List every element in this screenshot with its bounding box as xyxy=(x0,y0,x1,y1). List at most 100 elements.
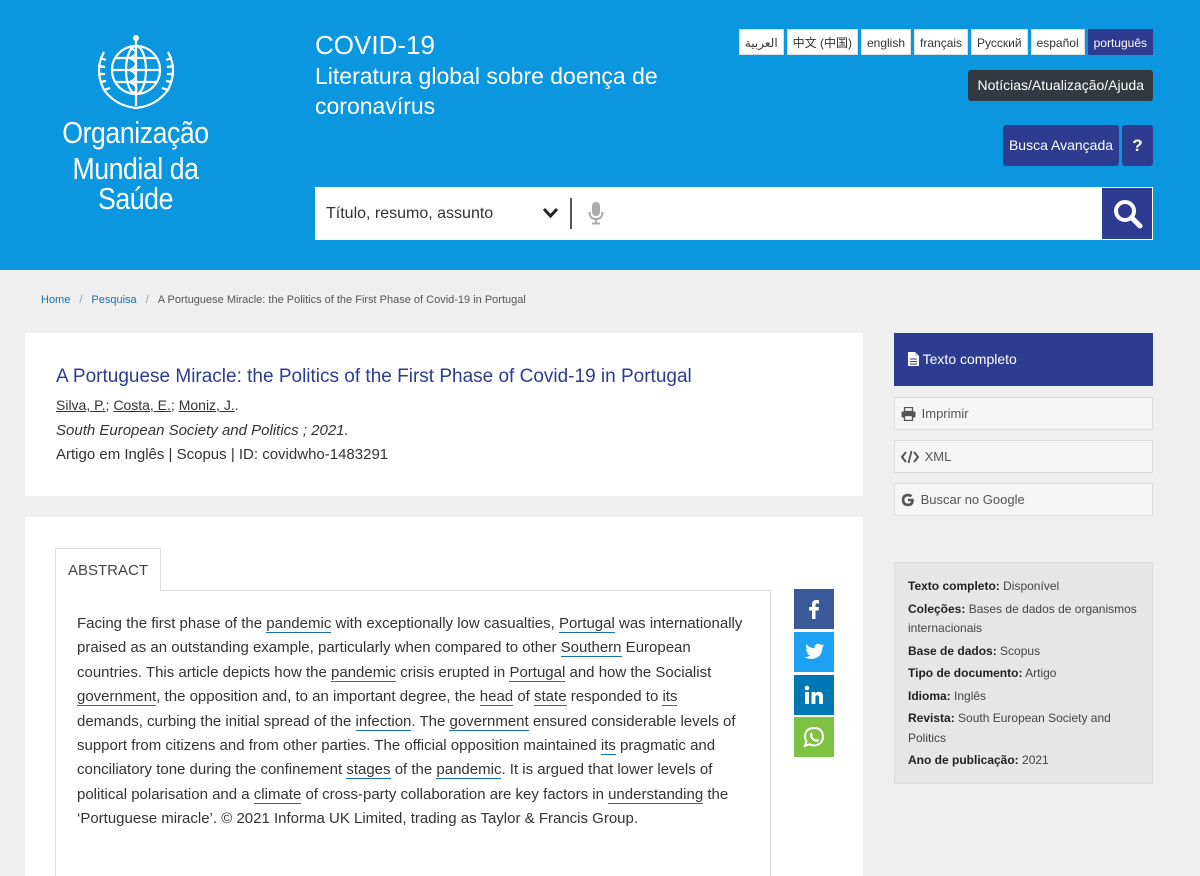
abstract-text-segment: and how the Socialist xyxy=(565,663,712,681)
abstract-keyword-link[interactable]: understanding xyxy=(608,785,704,804)
author-link[interactable]: Costa, E. xyxy=(113,397,171,413)
info-value: Scopus xyxy=(1000,643,1041,658)
abstract-keyword-link[interactable]: Portugal xyxy=(509,663,566,682)
info-row: Texto completo: Disponível xyxy=(908,577,1140,597)
abstract-text-segment: responded to xyxy=(566,688,663,706)
search-google-label: Buscar no Google xyxy=(920,492,1025,507)
search-input[interactable] xyxy=(615,195,1095,232)
abstract-keyword-link[interactable]: Portugal xyxy=(558,615,615,633)
info-value: 2021 xyxy=(1022,753,1049,767)
info-label: Coleções: xyxy=(908,601,966,616)
abstract-text-segment: , the opposition and, to an important de… xyxy=(156,688,480,706)
info-label: Idioma: xyxy=(908,688,951,703)
language-option[interactable]: العربية xyxy=(738,29,784,55)
author-separator: . xyxy=(234,397,239,413)
article-journal: South European Society and Politics ; 20… xyxy=(56,422,349,439)
search-button[interactable] xyxy=(1101,187,1153,240)
info-row: Base de dados: Scopus xyxy=(908,642,1140,662)
who-emblem-icon xyxy=(97,35,174,110)
info-row: Idioma: Inglês xyxy=(908,687,1140,707)
breadcrumb-separator: / xyxy=(145,294,149,306)
language-option[interactable]: français xyxy=(914,29,969,55)
abstract-keyword-link[interactable]: head xyxy=(479,688,514,707)
info-label: Tipo de documento: xyxy=(908,666,1023,680)
abstract-text-segment: of xyxy=(513,688,535,706)
abstract-text-segment: Facing the first phase of the xyxy=(77,615,267,632)
info-value: Inglês xyxy=(954,688,987,703)
org-name-line1: Organização xyxy=(62,115,209,150)
abstract-box: Facing the first phase of the pandemic w… xyxy=(55,590,771,876)
full-text-label: Texto completo xyxy=(922,351,1017,367)
document-info-box: Texto completo: Disponível Coleções: Base… xyxy=(894,562,1153,784)
share-facebook-button[interactable] xyxy=(794,589,834,629)
breadcrumb-current: A Portuguese Miracle: the Politics of th… xyxy=(157,294,526,306)
site-subtitle[interactable]: Literatura global sobre doença de corona… xyxy=(315,61,705,121)
print-label: Imprimir xyxy=(921,406,969,421)
site-header: Organização Mundial da Saúde COVID-19 Li… xyxy=(0,0,1200,270)
info-row: Coleções: Bases de dados de organismos i… xyxy=(908,600,1140,639)
abstract-keyword-link[interactable]: its xyxy=(662,688,678,707)
abstract-text-segment: crisis erupted in xyxy=(396,663,510,681)
abstract-keyword-link[interactable]: government xyxy=(449,712,529,731)
share-linkedin-button[interactable] xyxy=(794,675,834,715)
search-field-select[interactable]: Título, resumo, assunto xyxy=(315,187,570,240)
abstract-keyword-link[interactable]: pandemic xyxy=(436,761,502,780)
abstract-keyword-link[interactable]: its xyxy=(600,737,616,756)
article-meta-panel: A Portuguese Miracle: the Politics of th… xyxy=(25,333,863,496)
help-button[interactable]: ? xyxy=(1122,125,1153,166)
abstract-text-segment: with exceptionally low casualties, xyxy=(331,615,559,632)
author-link[interactable]: Moniz, J. xyxy=(179,397,235,413)
info-label: Base de dados: xyxy=(908,643,997,658)
xml-label: XML xyxy=(924,449,952,464)
abstract-text-segment: . The xyxy=(411,712,450,730)
share-twitter-button[interactable] xyxy=(794,632,834,672)
abstract-keyword-link[interactable]: Southern xyxy=(560,639,622,658)
whatsapp-icon xyxy=(803,726,825,748)
breadcrumb-separator: / xyxy=(79,294,83,306)
abstract-keyword-link[interactable]: stages xyxy=(346,761,391,780)
microphone-icon[interactable] xyxy=(588,201,604,225)
abstract-text-segment: of cross-party collaboration are key fac… xyxy=(301,785,609,803)
abstract-keyword-link[interactable]: infection xyxy=(355,712,412,731)
language-option[interactable]: Русский xyxy=(971,29,1028,55)
breadcrumb: Home / Pesquisa / A Portuguese Miracle: the … xyxy=(41,294,526,306)
print-button[interactable]: Imprimir xyxy=(894,397,1153,430)
language-option[interactable]: english xyxy=(860,29,912,55)
abstract-keyword-link[interactable]: state xyxy=(534,688,567,707)
org-name-line2: Mundial da Saúde xyxy=(72,151,199,216)
author-separator: ; xyxy=(170,397,175,413)
twitter-icon xyxy=(804,643,824,659)
share-whatsapp-button[interactable] xyxy=(794,717,834,757)
article-authors: Silva, P.; Costa, E.; Moniz, J.. xyxy=(56,397,239,413)
abstract-keyword-link[interactable]: pandemic xyxy=(266,615,332,633)
news-update-help-button[interactable]: Notícias/Atualização/Ajuda xyxy=(968,70,1153,101)
linkedin-icon xyxy=(804,685,823,704)
abstract-text: Facing the first phase of the pandemic w… xyxy=(77,612,747,832)
abstract-keyword-link[interactable]: government xyxy=(77,688,157,707)
abstract-text-segment: demands, curbing the initial spread of t… xyxy=(77,712,356,730)
info-label: Texto completo: xyxy=(908,579,1000,593)
language-selector: العربية 中文 (中国) english français Русский espa… xyxy=(738,29,1153,55)
breadcrumb-home-link[interactable]: Home xyxy=(41,294,70,306)
language-option[interactable]: español xyxy=(1030,29,1085,55)
tab-abstract[interactable]: ABSTRACT xyxy=(55,548,161,591)
abstract-keyword-link[interactable]: pandemic xyxy=(331,663,397,682)
abstract-keyword-link[interactable]: climate xyxy=(253,785,302,804)
article-identifier: Artigo em Inglês | Scopus | ID: covidwho… xyxy=(56,446,389,463)
advanced-search-button[interactable]: Busca Avançada xyxy=(1003,125,1119,166)
abstract-panel: ABSTRACT Facing the first phase of the p… xyxy=(25,517,863,876)
author-link[interactable]: Silva, P. xyxy=(56,397,106,413)
who-logo[interactable]: Organização Mundial da Saúde xyxy=(28,32,243,214)
info-row: Tipo de documento: Artigo xyxy=(908,664,1140,684)
site-title[interactable]: COVID-19 xyxy=(315,30,435,60)
search-google-button[interactable]: Buscar no Google xyxy=(894,483,1153,516)
full-text-button[interactable]: Texto completo xyxy=(894,333,1153,386)
language-option[interactable]: 中文 (中国) xyxy=(786,29,858,55)
xml-button[interactable]: XML xyxy=(894,440,1153,473)
breadcrumb-search-link[interactable]: Pesquisa xyxy=(91,294,136,306)
chevron-down-icon[interactable] xyxy=(542,207,559,219)
document-icon xyxy=(908,352,919,366)
search-icon xyxy=(1114,200,1143,229)
language-option[interactable]: português xyxy=(1087,29,1153,55)
author-separator: ; xyxy=(105,397,110,413)
